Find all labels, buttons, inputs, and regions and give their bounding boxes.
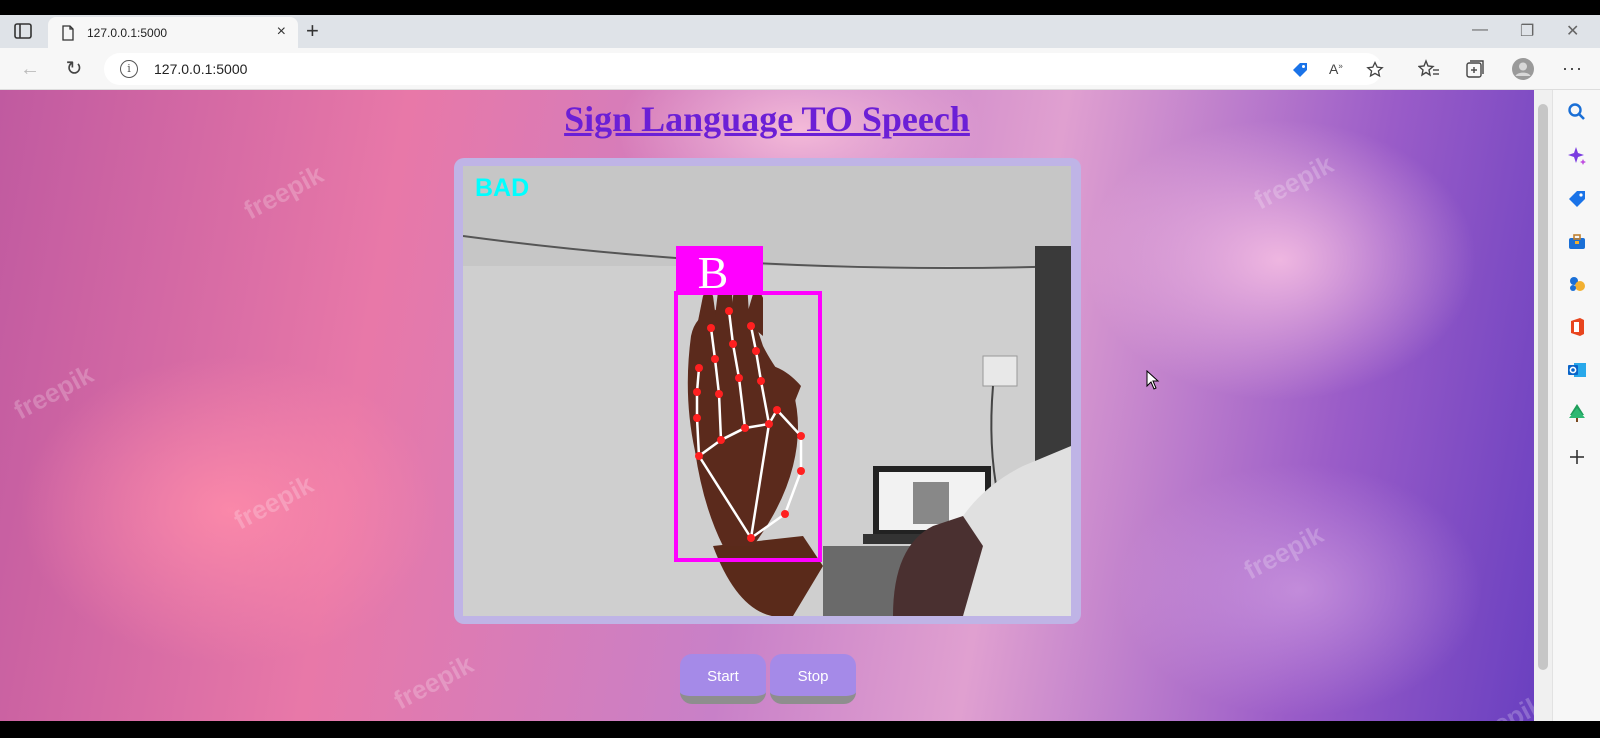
minimize-icon[interactable]: — [1472, 21, 1488, 39]
detection-overlay: B BAD [475, 174, 822, 562]
tools-icon[interactable] [1567, 232, 1587, 252]
new-tab-button[interactable]: + [306, 20, 319, 42]
page-viewport: freepik freepik freepik freepik freepik … [0, 90, 1534, 721]
page-icon [62, 25, 74, 41]
coupon-tag-icon[interactable] [1291, 61, 1309, 79]
watermark-text: freepik [9, 359, 99, 426]
watermark-text: freepik [239, 159, 329, 226]
watermark-text: freepik [1239, 519, 1329, 586]
page-title[interactable]: Sign Language TO Speech [0, 98, 1534, 140]
search-icon[interactable] [1567, 102, 1587, 122]
tab-title: 127.0.0.1:5000 [87, 26, 168, 40]
add-icon[interactable] [1567, 447, 1587, 467]
page-scrollbar[interactable] [1534, 90, 1552, 721]
more-options-icon[interactable]: ··· [1562, 58, 1583, 79]
watermark-text: freepik [229, 469, 319, 536]
url-bar[interactable]: i 127.0.0.1:5000 A» [104, 53, 1384, 85]
screen-bottom-border [0, 721, 1600, 738]
tab-actions-icon[interactable] [14, 23, 32, 39]
tab-close-icon[interactable]: × [277, 23, 286, 41]
start-button[interactable]: Start [680, 654, 766, 704]
copilot-icon[interactable] [1567, 146, 1587, 166]
restore-icon[interactable]: ❐ [1520, 21, 1534, 41]
games-icon[interactable] [1567, 274, 1587, 294]
tab-bar: 127.0.0.1:5000 × + — ❐ ✕ [0, 15, 1600, 48]
read-aloud-icon[interactable]: A» [1329, 61, 1347, 79]
favorites-icon[interactable] [1418, 58, 1440, 80]
browser-tab[interactable]: 127.0.0.1:5000 × [48, 17, 298, 48]
address-bar: ← ↻ i 127.0.0.1:5000 A» ··· [0, 48, 1600, 90]
info-icon[interactable]: i [120, 60, 138, 78]
watermark-text: freepik [1249, 149, 1339, 216]
stop-button[interactable]: Stop [770, 654, 856, 704]
shopping-icon[interactable] [1567, 189, 1587, 209]
tree-icon[interactable] [1567, 403, 1587, 423]
video-frame: B BAD [454, 158, 1081, 624]
status-label: BAD [475, 174, 529, 202]
watermark-text: freepik [389, 649, 479, 716]
watermark-text: freepik [1459, 689, 1534, 721]
screen-top-border [0, 0, 1600, 15]
mouse-cursor-icon [1146, 370, 1160, 390]
edge-sidebar [1552, 90, 1600, 721]
webcam-feed: B BAD [463, 166, 1071, 616]
profile-avatar-icon[interactable] [1512, 58, 1534, 80]
back-arrow-icon[interactable]: ← [18, 57, 42, 81]
detection-box [674, 291, 822, 562]
scrollbar-thumb[interactable] [1538, 104, 1548, 670]
outlook-icon[interactable] [1567, 360, 1587, 380]
prediction-letter: B [698, 247, 729, 298]
office-icon[interactable] [1567, 317, 1587, 337]
reload-icon[interactable]: ↻ [62, 57, 86, 81]
collections-icon[interactable] [1464, 58, 1486, 80]
window-close-icon[interactable]: ✕ [1566, 21, 1579, 41]
url-text[interactable]: 127.0.0.1:5000 [154, 61, 247, 77]
add-favorite-icon[interactable] [1366, 61, 1384, 79]
